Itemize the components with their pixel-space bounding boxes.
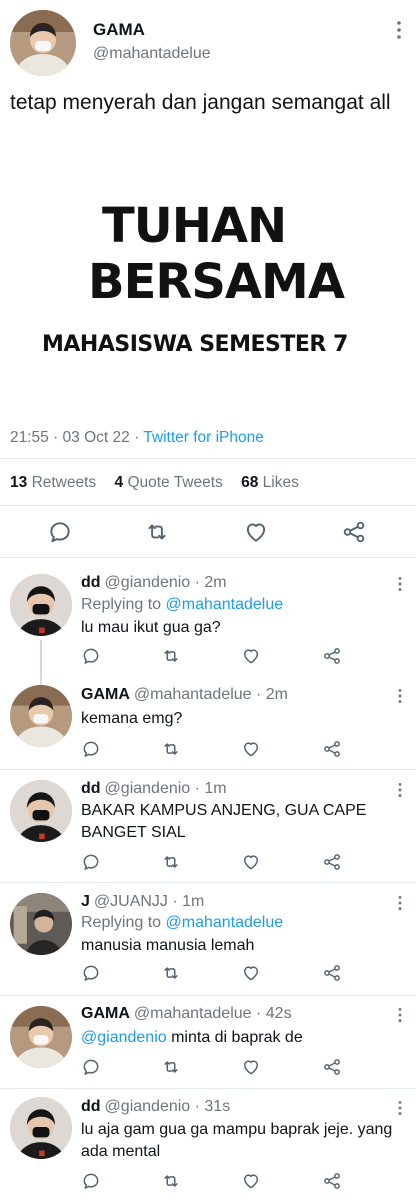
reply-tweet[interactable]: J @JUANJJ · 1m Replying to @mahantadelue … [0,883,416,995]
author-name[interactable]: GAMA [93,20,145,40]
heart-icon[interactable] [241,739,261,759]
main-tweet: GAMA @mahantadelue tetap menyerah dan ja… [0,0,416,558]
retweet-icon[interactable] [161,963,181,983]
mention-link[interactable]: @giandenio [81,1029,167,1046]
heart-icon[interactable] [241,1057,261,1077]
replying-to: Replying to @mahantadelue [81,914,284,931]
reply-icon[interactable] [81,1171,101,1191]
retweet-icon[interactable] [144,519,170,545]
heart-icon[interactable] [243,519,269,545]
retweet-icon[interactable] [161,646,181,666]
share-icon[interactable] [322,646,342,666]
reply-icon[interactable] [81,1057,101,1077]
reply-header: dd @giandenio · 2m [81,574,227,591]
tweet-stats: 13 Retweets 4 Quote Tweets 68 Likes [10,474,313,492]
more-vertical-icon[interactable] [394,20,404,40]
reply-text: manusia manusia lemah [81,937,255,954]
reply-tweet[interactable]: dd @giandenio · 2m Replying to @mahantade… [0,558,416,675]
share-icon[interactable] [322,852,342,872]
reply-text: kemana emg? [81,710,183,727]
reply-tweet[interactable]: GAMA @mahantadelue · 2m kemana emg? [0,675,416,769]
reply-icon[interactable] [81,963,101,983]
reply-header: GAMA @mahantadelue · 42s [81,1005,292,1022]
avatar[interactable] [10,1097,72,1159]
quote-tweets-stat[interactable]: 4 Quote Tweets [115,474,223,491]
more-vertical-icon[interactable] [396,1007,404,1023]
reply-action-bar [0,739,416,759]
retweets-stat[interactable]: 13 Retweets [10,474,96,491]
tweet-text: tetap menyerah dan jangan semangat all [10,91,391,114]
share-icon[interactable] [322,963,342,983]
reply-text: lu aja gam gua ga mampu baprak jeje. yan… [81,1121,393,1160]
reply-icon[interactable] [81,739,101,759]
reply-header: GAMA @mahantadelue · 2m [81,686,288,703]
reply-text: @giandenio minta di baprak de [81,1029,303,1046]
reply-header: dd @giandenio · 31s [81,1098,231,1115]
avatar[interactable] [10,574,72,636]
retweet-icon[interactable] [161,1171,181,1191]
reply-header: dd @giandenio · 1m [81,780,227,797]
reply-tweet[interactable]: GAMA @mahantadelue · 42s @giandenio minta… [0,996,416,1088]
reply-action-bar [0,963,416,983]
likes-stat[interactable]: 68 Likes [241,474,299,491]
retweet-icon[interactable] [161,739,181,759]
avatar[interactable] [10,893,72,955]
avatar[interactable] [10,10,76,76]
thread-line [40,675,42,685]
reply-icon[interactable] [81,646,101,666]
avatar[interactable] [10,685,72,747]
share-icon[interactable] [322,739,342,759]
more-vertical-icon[interactable] [396,688,404,704]
tweet-source-link[interactable]: Twitter for iPhone [143,429,264,446]
retweet-icon[interactable] [161,1057,181,1077]
replying-to: Replying to @mahantadelue [81,596,284,613]
more-vertical-icon[interactable] [396,576,404,592]
heart-icon[interactable] [241,1171,261,1191]
reply-action-bar [0,1171,416,1191]
author-handle[interactable]: @mahantadelue [93,45,211,63]
heart-icon[interactable] [241,646,261,666]
reply-text: lu mau ikut gua ga? [81,619,221,636]
reply-action-bar [0,852,416,872]
divider [0,505,416,506]
more-vertical-icon[interactable] [396,782,404,798]
reply-tweet[interactable]: dd @giandenio · 31s lu aja gam gua ga mam… [0,1089,416,1200]
tweet-image[interactable]: TUHAN BERSAMA MAHASISWA SEMESTER 7 [10,180,406,412]
reply-tweet[interactable]: dd @giandenio · 1m BAKAR KAMPUS ANJENG, G… [0,770,416,882]
reply-action-bar [0,1057,416,1077]
reply-icon[interactable] [47,519,73,545]
tweet-meta: 21:55 · 03 Oct 22 · Twitter for iPhone [10,429,264,447]
more-vertical-icon[interactable] [396,1100,404,1116]
more-vertical-icon[interactable] [396,895,404,911]
main-action-bar [0,519,416,543]
heart-icon[interactable] [241,852,261,872]
share-icon[interactable] [322,1171,342,1191]
retweet-icon[interactable] [161,852,181,872]
divider [0,458,416,459]
share-icon[interactable] [341,519,367,545]
reply-text: BAKAR KAMPUS ANJENG, GUA CAPE BANGET SIA… [81,802,367,841]
image-text-line2: BERSAMA [88,254,345,310]
reply-action-bar [0,646,416,666]
heart-icon[interactable] [241,963,261,983]
share-icon[interactable] [322,1057,342,1077]
tweet-timestamp: 21:55 · 03 Oct 22 · [10,429,144,446]
avatar[interactable] [10,780,72,842]
reply-header: J @JUANJJ · 1m [81,893,205,910]
reply-icon[interactable] [81,852,101,872]
image-text-line1: TUHAN [102,198,287,254]
image-text-line3: MAHASISWA SEMESTER 7 [42,332,348,357]
